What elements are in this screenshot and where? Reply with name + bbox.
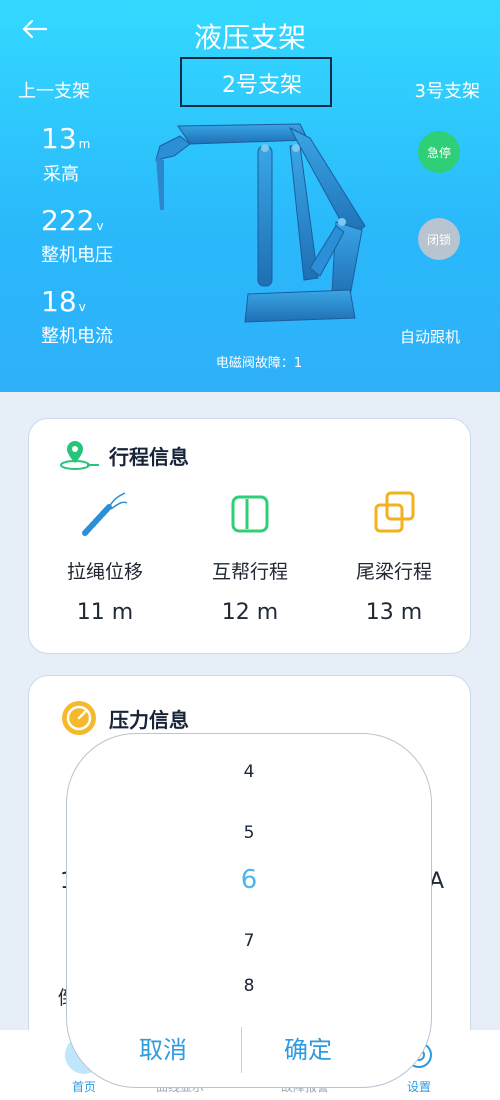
picker-option-selected[interactable]: 6 [67, 865, 431, 895]
gauge-icon [62, 701, 96, 735]
auto-follow-button[interactable]: 自动跟机 [400, 326, 460, 347]
page-title: 液压支架 [193, 21, 306, 54]
picker-option-1[interactable]: 4 [67, 762, 431, 782]
travel-item-value-3: 13 m [365, 600, 423, 625]
travel-item-value-1: 11 m [76, 600, 134, 625]
picker-cancel-button[interactable]: 取消 [139, 1030, 187, 1065]
current-support-box[interactable]: 2号支架 [180, 57, 332, 107]
lock-button[interactable]: 闭锁 [418, 218, 460, 260]
next-support-button[interactable]: 3号支架 [415, 77, 480, 103]
overlap-squares-icon [374, 491, 415, 533]
current-support-label: 2号支架 [222, 73, 302, 98]
travel-item-label-3: 尾梁行程 [355, 561, 432, 583]
valve-fault-text: 电磁阀故障：1 [215, 356, 303, 371]
rope-icon [82, 492, 128, 536]
travel-item-label-2: 互帮行程 [211, 561, 288, 583]
stat-height-value: 13 m [41, 122, 91, 155]
travel-item-label-1: 拉绳位移 [66, 561, 143, 583]
stat-current-label: 整机电流 [41, 326, 113, 347]
emergency-stop-label: 急停 [426, 145, 451, 160]
travel-info-title: 行程信息 [109, 445, 189, 469]
location-pin-icon [60, 441, 99, 470]
picker-option-2[interactable]: 5 [67, 823, 431, 843]
picker-divider [241, 1027, 242, 1073]
panel-icon [231, 495, 269, 533]
travel-info-card: 行程信息 拉绳位移 互帮行程 尾梁行程 11 m 12 m 13 m [28, 418, 471, 654]
hero-header: 液压支架 上一支架 2号支架 3号支架 13 m 采高 222 v 整机电压 18 v… [0, 0, 500, 392]
stat-voltage-label: 整机电压 [41, 245, 113, 266]
emergency-stop-button[interactable]: 急停 [418, 131, 460, 173]
pressure-info-title: 压力信息 [109, 708, 189, 732]
stat-height-label: 采高 [43, 164, 79, 185]
travel-item-value-2: 12 m [221, 600, 279, 625]
prev-support-button[interactable]: 上一支架 [18, 77, 90, 103]
number-picker-dialog[interactable]: 4 5 6 7 8 取消 确定 [66, 733, 432, 1088]
hydraulic-support-illustration [155, 123, 366, 323]
lock-label: 闭锁 [426, 232, 451, 247]
picker-option-4[interactable]: 7 [67, 931, 431, 951]
picker-option-5[interactable]: 8 [67, 976, 431, 996]
picker-confirm-button[interactable]: 确定 [284, 1030, 332, 1065]
stat-voltage-value: 222 v [41, 204, 104, 237]
stat-current-value: 18 v [41, 285, 86, 318]
